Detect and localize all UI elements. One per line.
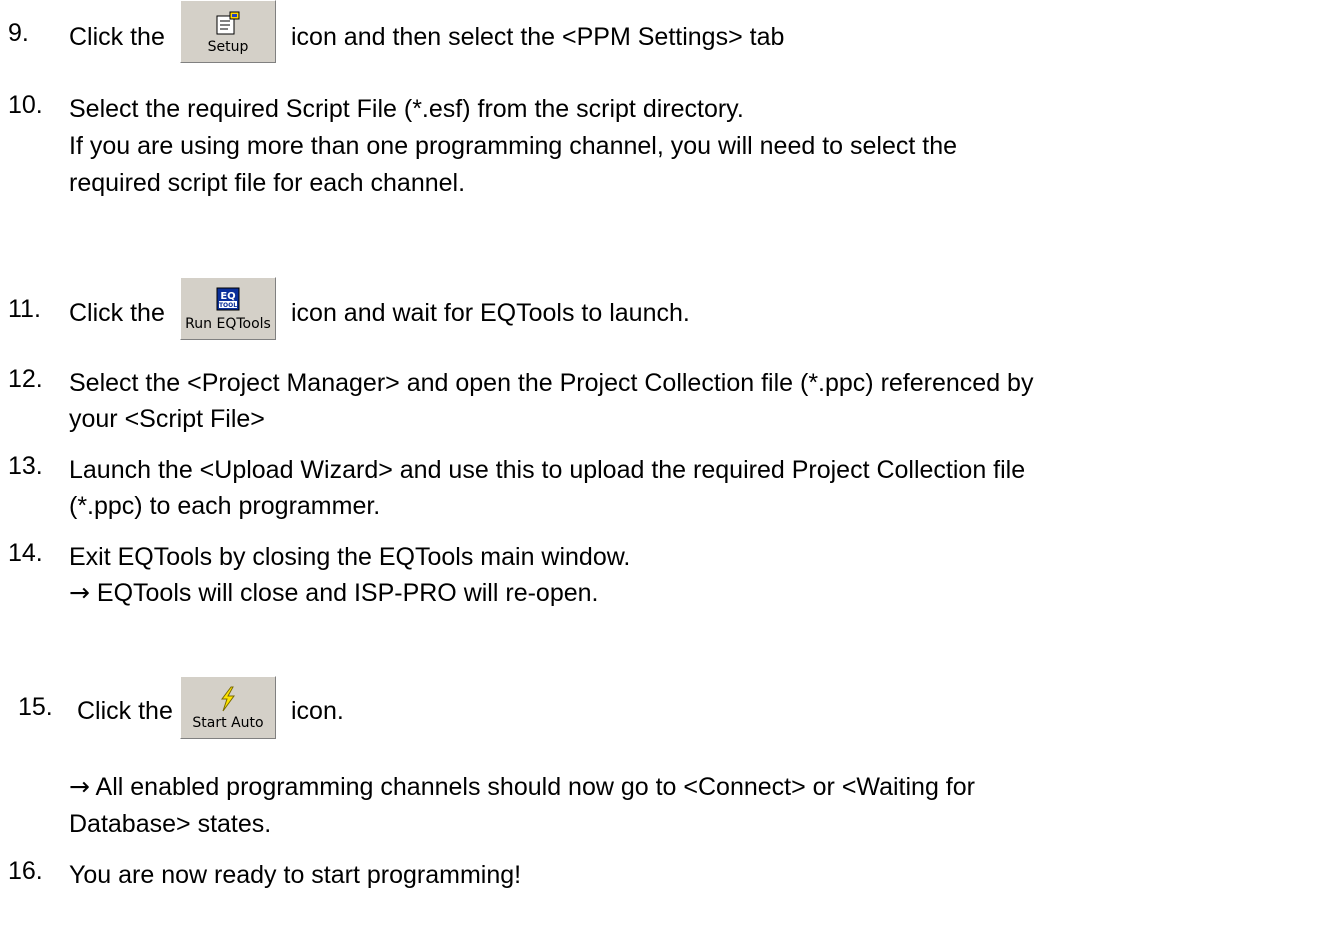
step-line: required script file for each channel. <box>69 169 466 197</box>
start-auto-button[interactable]: Start Auto <box>180 676 276 739</box>
setup-button-label: Setup <box>207 39 249 55</box>
step-number: 16. <box>8 857 43 885</box>
run-eqtools-button-label: Run EQTools <box>185 316 271 332</box>
step-number: 11. <box>8 295 41 323</box>
step-result-line: → All enabled programming channels shoul… <box>69 772 975 801</box>
step-result-line: Database> states. <box>69 810 272 838</box>
step-text-after: icon and then select the <PPM Settings> … <box>291 23 785 51</box>
step-number: 14. <box>8 539 43 567</box>
svg-text:TOOL: TOOL <box>219 302 237 309</box>
step-text-after: icon and wait for EQTools to launch. <box>291 299 690 327</box>
step-result-line: → EQTools will close and ISP-PRO will re… <box>69 578 599 607</box>
start-auto-button-label: Start Auto <box>192 715 264 731</box>
step-line: Select the <Project Manager> and open th… <box>69 369 1034 397</box>
step-text-before: Click the <box>77 697 173 725</box>
step-line: You are now ready to start programming! <box>69 861 522 889</box>
step-text-before: Click the <box>69 299 165 327</box>
step-number: 10. <box>8 91 43 119</box>
step-line: Exit EQTools by closing the EQTools main… <box>69 543 631 571</box>
step-number: 15. <box>18 693 53 721</box>
arrow-icon: → <box>69 772 90 801</box>
step-line: If you are using more than one programmi… <box>69 132 958 160</box>
run-eqtools-button[interactable]: EQ TOOL Run EQTools <box>180 277 276 340</box>
step-line: your <Script File> <box>69 405 265 433</box>
step-number: 13. <box>8 452 43 480</box>
step-text-before: Click the <box>69 23 165 51</box>
eqtool-icon: EQ TOOL <box>216 287 240 318</box>
step-number: 12. <box>8 365 43 393</box>
svg-text:EQ: EQ <box>220 291 235 302</box>
step-text-after: icon. <box>291 697 344 725</box>
step-number: 9. <box>8 19 29 47</box>
step-line: (*.ppc) to each programmer. <box>69 492 381 520</box>
setup-button[interactable]: Setup <box>180 0 276 63</box>
step-line: Launch the <Upload Wizard> and use this … <box>69 456 1026 484</box>
step-line: Select the required Script File (*.esf) … <box>69 95 744 123</box>
arrow-icon: → <box>69 578 90 607</box>
